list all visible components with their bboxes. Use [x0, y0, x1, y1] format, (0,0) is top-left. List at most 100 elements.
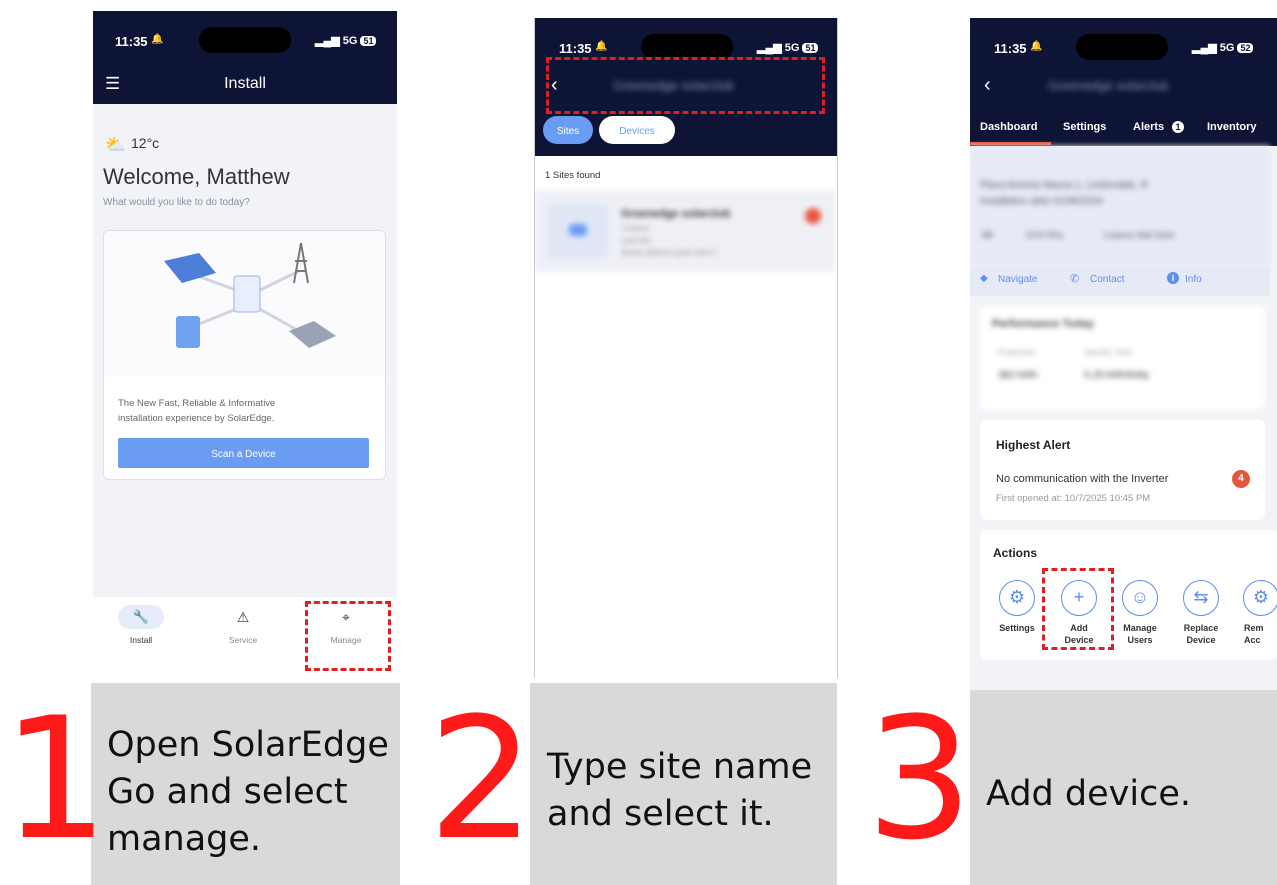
users-icon[interactable]: ☺: [1122, 580, 1158, 616]
alert-dot: [805, 208, 821, 224]
action-replace-label-1: Replace: [1183, 623, 1219, 633]
caption-1-line-3: manage.: [107, 819, 262, 859]
performance-label-2: Specific Yield: [1084, 348, 1132, 357]
performance-label-1: Production: [998, 348, 1037, 357]
contact-link[interactable]: Contact: [1090, 274, 1124, 285]
cloud-sun-icon: ⛅: [105, 135, 127, 154]
scan-device-label: Scan a Device: [211, 449, 276, 460]
status-time: 11:35: [115, 34, 148, 49]
page-title: Install: [224, 75, 266, 92]
tab-sites-label: Sites: [556, 126, 580, 137]
bell-mute-icon: 🔔: [1030, 41, 1043, 52]
tab-devices[interactable]: Devices: [599, 116, 675, 144]
network-label: 5G: [784, 42, 800, 54]
status-time: 11:35: [559, 41, 592, 56]
tab-dashboard[interactable]: Dashboard: [980, 121, 1037, 133]
alert-opened-time: First opened at: 10/7/2025 10:45 PM: [996, 493, 1151, 504]
wrench-icon: 🔧: [118, 605, 164, 629]
signal-status: ▂▄▆ 5G 52: [1192, 41, 1254, 54]
step-number-2: 2: [428, 681, 535, 877]
site-result-line-2: Last site: [621, 236, 651, 245]
info-link[interactable]: Info: [1185, 274, 1202, 285]
site-address-1: Placa Antonio Maura 1, Lindendale, R: [980, 180, 1148, 191]
site-result-line-1: 1 Active: [621, 224, 650, 233]
caption-2-line-2: and select it.: [547, 794, 774, 834]
alert-count-badge: 4: [1232, 470, 1250, 488]
intro-card: The New Fast, Reliable & Informative ins…: [103, 230, 386, 480]
power-tower-icon: [293, 242, 309, 284]
caption-text-2: Type site name and select it.: [547, 744, 832, 838]
alert-message: No communication with the Inverter: [996, 473, 1169, 485]
site-thumbnail-mark: [569, 224, 587, 236]
performance-title: Performance Today: [992, 318, 1094, 330]
site-result-title: Greenedge solarclub: [621, 208, 731, 220]
inverter-icon: [233, 275, 261, 313]
nav-label-install: Install: [129, 635, 153, 645]
actions-title: Actions: [993, 546, 1038, 560]
status-time: 11:35: [994, 41, 1027, 56]
dynamic-island: [199, 27, 291, 53]
gear-icon[interactable]: ⚙: [1243, 580, 1277, 616]
phone-screen-1: 11:35 🔔 ▂▄▆ 5G 51 ☰ Install ⛅ 12°c Welcom…: [93, 11, 397, 683]
info-icon: i: [1167, 272, 1179, 284]
navigate-icon: ◆: [980, 273, 988, 284]
step-number-3: 3: [866, 681, 973, 877]
results-count: 1 Sites found: [545, 170, 601, 181]
caption-1-line-2: Go and select: [107, 772, 348, 812]
action-manage-label-2: Users: [1127, 635, 1153, 645]
ev-charger-icon: [289, 321, 336, 348]
site-meta-2: CHV-Res: [1026, 230, 1064, 240]
tab-inventory[interactable]: Inventory: [1207, 121, 1257, 133]
battery-unit-icon: [176, 316, 200, 348]
warning-icon: ⚠: [236, 609, 250, 625]
performance-value-1: 382 kWh: [998, 370, 1038, 381]
caption-1-line-1: Open SolarEdge: [107, 725, 389, 765]
action-settings-label: Settings: [999, 623, 1035, 633]
weather-temp: 12°c: [131, 135, 160, 151]
caption-2-line-1: Type site name: [547, 747, 813, 787]
scan-device-button[interactable]: Scan a Device: [118, 438, 369, 468]
gear-icon[interactable]: ⚙: [999, 580, 1035, 616]
site-address-2: Installation date 01/08/2024: [980, 196, 1103, 207]
highlight-add-device: [1042, 568, 1114, 650]
site-result-row[interactable]: Greenedge solarclub 1 Active Last site S…: [535, 190, 835, 272]
caption-3-line-1: Add device.: [986, 774, 1191, 814]
tab-dashboard-underline: [970, 142, 1051, 145]
site-meta-3: Lisansz Mal Saint: [1104, 230, 1175, 240]
phone-icon: ✆: [1070, 273, 1080, 285]
site-info-card: Placa Antonio Maura 1, Lindendale, R Ins…: [970, 146, 1270, 266]
phone-screen-2: 11:35 🔔 ▂▄▆ 5G 51 ‹ Greenedge solarclub S…: [534, 18, 838, 678]
nav-service[interactable]: ⚠ Service: [217, 605, 269, 645]
site-meta-1: 8B: [982, 230, 994, 240]
performance-value-2: 5.29 kWh/kWp: [1084, 370, 1150, 381]
nav-install[interactable]: 🔧 Install: [115, 605, 167, 645]
back-arrow-icon[interactable]: ‹: [984, 74, 991, 97]
bell-mute-icon: 🔔: [595, 41, 608, 52]
site-result-line-3: Street address goes here 1: [621, 248, 718, 257]
action-replace-label-2: Device: [1186, 635, 1216, 645]
tab-alerts[interactable]: Alerts: [1133, 121, 1164, 133]
tab-sites[interactable]: Sites: [543, 116, 593, 144]
tab-settings[interactable]: Settings: [1063, 121, 1106, 133]
bell-mute-icon: 🔔: [151, 34, 164, 45]
welcome-heading: Welcome, Matthew: [103, 164, 290, 189]
navigate-link[interactable]: Navigate: [998, 274, 1037, 285]
app-header: 11:35 🔔 ▂▄▆ 5G 52 ‹ Greenedge solarclub D…: [970, 18, 1277, 146]
signal-status: ▂▄▆ 5G 51: [757, 41, 819, 54]
site-title: Greenedge solarclub: [1048, 78, 1169, 93]
highest-alert-title: Highest Alert: [996, 438, 1071, 452]
action-manage-label-1: Manage: [1123, 623, 1157, 633]
highlight-manage: [305, 601, 391, 671]
app-header: 11:35 🔔 ▂▄▆ 5G 51 ☰ Install: [93, 11, 397, 104]
network-label: 5G: [1219, 42, 1235, 54]
battery-icon: 51: [802, 43, 819, 53]
phone-screen-3: 11:35 🔔 ▂▄▆ 5G 52 ‹ Greenedge solarclub D…: [970, 18, 1277, 690]
installation-illustration: [104, 231, 385, 377]
caption-text-3: Add device.: [986, 771, 1271, 818]
alerts-badge: 1: [1172, 121, 1184, 133]
battery-icon: 52: [1237, 43, 1254, 53]
highest-alert-card[interactable]: Highest Alert No communication with the …: [980, 420, 1265, 520]
replace-icon[interactable]: ⇆: [1183, 580, 1219, 616]
card-description: The New Fast, Reliable & Informative: [118, 398, 276, 409]
signal-status: ▂▄▆ 5G 51: [315, 34, 377, 47]
